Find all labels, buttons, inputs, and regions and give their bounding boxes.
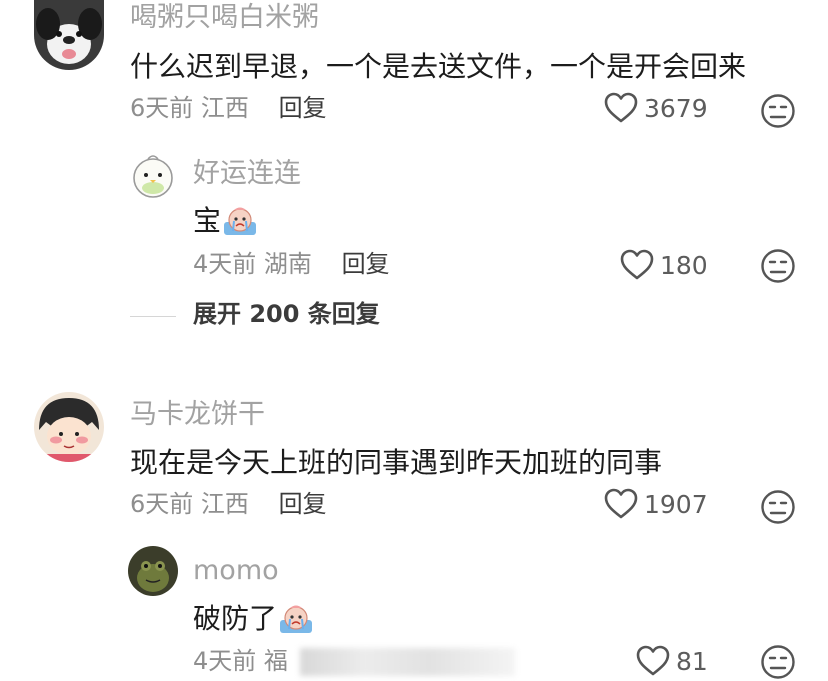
comment-time: 6天前 (130, 94, 194, 122)
reply-location: 湖南 (263, 250, 312, 278)
heart-outline-icon (604, 488, 638, 519)
comment-username[interactable]: 喝粥只喝白米粥 (130, 4, 319, 31)
reply-username[interactable]: momo (193, 557, 279, 584)
reply-text-value: 宝 (193, 204, 222, 237)
crying-sticker-icon (224, 207, 257, 235)
meh-face-icon[interactable] (760, 248, 796, 284)
reply-time: 4天前 (193, 250, 257, 278)
comment-time: 6天前 (130, 490, 194, 518)
like-button[interactable]: 81 (636, 641, 708, 681)
expand-replies-button[interactable]: 展开 200 条回复 (193, 302, 380, 326)
reply-text-value: 破防了 (193, 602, 278, 635)
reply-location: 福 (263, 647, 288, 675)
reply-text: 宝 (193, 206, 257, 236)
comment-location: 江西 (200, 94, 249, 122)
heart-outline-icon (636, 645, 670, 676)
like-button[interactable]: 180 (620, 245, 708, 285)
like-count: 3679 (644, 93, 708, 123)
meh-face-icon[interactable] (760, 644, 796, 680)
avatar[interactable] (34, 0, 104, 70)
reply-button[interactable]: 回复 (279, 94, 327, 122)
comment-meta: 6天前 江西 回复 (130, 96, 327, 120)
expand-divider (130, 316, 176, 317)
meh-face-icon[interactable] (760, 489, 796, 525)
comment-username[interactable]: 马卡龙饼干 (130, 401, 265, 428)
comment-location: 江西 (200, 490, 249, 518)
crying-sticker-icon (280, 605, 313, 633)
reply-meta: 4天前 福 (193, 649, 288, 673)
reply-username[interactable]: 好运连连 (193, 160, 301, 187)
like-count: 1907 (644, 489, 708, 519)
reply-button[interactable]: 回复 (342, 250, 390, 278)
reply-button[interactable]: 回复 (279, 490, 327, 518)
meh-face-icon[interactable] (760, 93, 796, 129)
comment-text: 什么迟到早退，一个是去送文件，一个是开会回来 (130, 50, 747, 83)
comment-meta: 6天前 江西 回复 (130, 492, 327, 516)
avatar[interactable] (34, 392, 104, 462)
avatar[interactable] (128, 150, 178, 200)
like-button[interactable]: 3679 (604, 88, 708, 128)
comment-text: 现在是今天上班的同事遇到昨天加班的同事 (130, 446, 663, 479)
like-button[interactable]: 1907 (604, 484, 708, 524)
like-count: 180 (660, 250, 708, 280)
heart-outline-icon (604, 92, 638, 123)
reply-text: 破防了 (193, 604, 313, 634)
heart-outline-icon (620, 249, 654, 280)
avatar[interactable] (128, 546, 178, 596)
reply-time: 4天前 (193, 647, 257, 675)
like-count: 81 (676, 646, 708, 676)
blurred-watermark (300, 648, 515, 676)
reply-meta: 4天前 湖南 回复 (193, 252, 390, 276)
